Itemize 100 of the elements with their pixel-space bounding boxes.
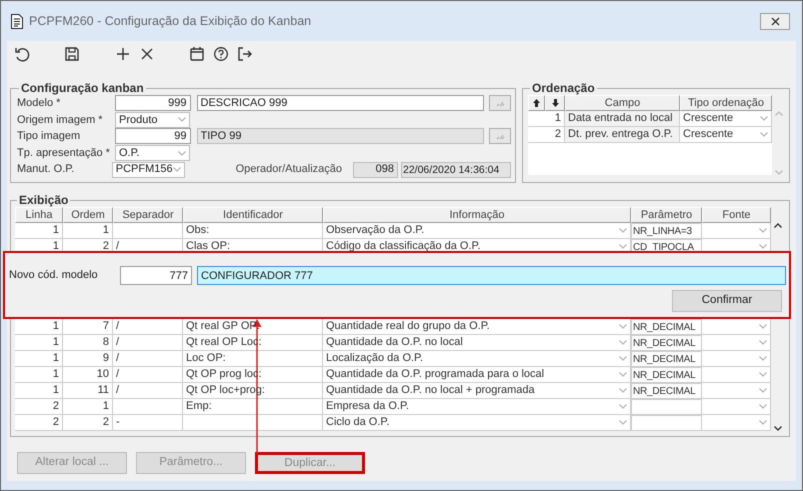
scroll-up-icon bbox=[774, 223, 782, 228]
column-header[interactable]: Linha bbox=[15, 207, 63, 223]
dropdown-cell[interactable]: Ciclo da O.P. bbox=[323, 415, 631, 431]
table-cell: 1 bbox=[15, 319, 63, 335]
table-cell: 1 bbox=[15, 367, 63, 383]
chevron-icon bbox=[759, 228, 767, 233]
dropdown-cell[interactable]: Crescente bbox=[680, 111, 772, 127]
chevron-icon bbox=[619, 372, 627, 377]
chevron-icon bbox=[760, 116, 768, 121]
column-header[interactable]: Separador bbox=[113, 207, 183, 223]
scrollbar[interactable] bbox=[772, 111, 785, 175]
table-cell bbox=[631, 399, 702, 415]
table-cell: 1 bbox=[15, 223, 63, 239]
dropdown-cell[interactable]: Crescente bbox=[680, 127, 772, 143]
description-field[interactable]: DESCRICAO 999 bbox=[196, 95, 484, 112]
timestamp-field[interactable]: 22/06/2020 14:36:04 bbox=[401, 162, 511, 178]
help-button[interactable] bbox=[213, 46, 229, 62]
field-label: Novo cód. modelo bbox=[9, 268, 99, 284]
select-field[interactable]: Produto bbox=[115, 112, 190, 128]
table-cell: NR_DECIMAL bbox=[631, 383, 702, 399]
plus-button[interactable] bbox=[115, 46, 131, 62]
close-button[interactable] bbox=[139, 46, 155, 62]
table-cell: 2 bbox=[15, 399, 63, 415]
chevron-icon bbox=[759, 356, 767, 361]
column-header[interactable]: Informação bbox=[323, 207, 631, 223]
table-cell: 8 bbox=[63, 335, 113, 351]
column-header[interactable]: Tipo ordenação bbox=[680, 95, 772, 111]
chevron-icon bbox=[760, 132, 768, 137]
close-button[interactable] bbox=[760, 12, 790, 30]
undo-button[interactable] bbox=[14, 46, 30, 62]
arrow-down-icon bbox=[552, 99, 558, 108]
table-cell: NR_DECIMAL bbox=[631, 351, 702, 367]
arrow-up-icon bbox=[533, 99, 540, 108]
dropdown-cell[interactable] bbox=[702, 223, 771, 239]
dropdown-cell[interactable] bbox=[702, 415, 771, 431]
ellipsis-icon bbox=[496, 100, 505, 107]
column-header[interactable]: Identificador bbox=[183, 207, 323, 223]
column-header[interactable]: Fonte bbox=[702, 207, 771, 223]
table-cell bbox=[113, 399, 183, 415]
dropdown-cell[interactable] bbox=[702, 399, 771, 415]
close-icon bbox=[770, 16, 780, 26]
chevron-icon bbox=[172, 167, 181, 172]
scroll-down-icon bbox=[774, 170, 782, 175]
table-cell: / bbox=[113, 319, 183, 335]
select-field[interactable]: O.P. bbox=[115, 145, 190, 162]
table-cell: / bbox=[113, 383, 183, 399]
dropdown-cell[interactable] bbox=[702, 351, 771, 367]
table-cell: - bbox=[113, 415, 183, 431]
dropdown-cell[interactable] bbox=[702, 335, 771, 351]
field-label: Manut. O.P. bbox=[17, 162, 76, 178]
save-button[interactable] bbox=[64, 46, 80, 62]
exit-button[interactable] bbox=[237, 46, 253, 62]
field-label: Tipo imagem bbox=[17, 129, 82, 144]
confirm-button[interactable]: Confirmar bbox=[672, 290, 782, 312]
table-cell: NR_LINHA=3 bbox=[631, 223, 702, 239]
column-header[interactable]: Campo bbox=[565, 95, 680, 111]
field-label: Operador/Atualização bbox=[236, 162, 342, 178]
table-cell: / bbox=[113, 351, 183, 367]
operator-field[interactable]: 098 bbox=[353, 162, 398, 178]
dropdown-cell[interactable]: Quantidade da O.P. no local bbox=[323, 335, 631, 351]
dropdown-cell[interactable] bbox=[702, 383, 771, 399]
field-label: Modelo * bbox=[17, 96, 62, 112]
table-cell bbox=[631, 415, 702, 431]
code-field[interactable]: 777 bbox=[120, 266, 192, 285]
field-label: Tp. apresentação * bbox=[17, 146, 111, 161]
name-field[interactable]: CONFIGURADOR 777 bbox=[197, 266, 786, 285]
table-cell: 1 bbox=[63, 399, 113, 415]
table-cell: 1 bbox=[15, 351, 63, 367]
chevron-icon bbox=[759, 404, 767, 409]
dropdown-cell[interactable] bbox=[702, 319, 771, 335]
column-header[interactable]: Ordem bbox=[63, 207, 113, 223]
dropdown-cell[interactable]: Empresa da O.P. bbox=[323, 399, 631, 415]
chevron-icon bbox=[619, 388, 627, 393]
column-header[interactable]: Parâmetro bbox=[631, 207, 702, 223]
table-cell: NR_DECIMAL bbox=[631, 335, 702, 351]
move-down-button[interactable] bbox=[545, 95, 565, 111]
move-up-button[interactable] bbox=[528, 95, 545, 111]
code-field[interactable]: 999 bbox=[114, 95, 191, 112]
scrollbar[interactable] bbox=[771, 223, 785, 431]
table-cell: Loc OP: bbox=[183, 351, 323, 367]
calendar-button[interactable] bbox=[189, 46, 205, 62]
dropdown-cell[interactable]: Quantidade da O.P. programada para o local bbox=[323, 367, 631, 383]
chevron-icon bbox=[619, 324, 627, 329]
chevron-icon bbox=[619, 404, 627, 409]
dropdown-cell[interactable]: Quantidade da O.P. no local + programada bbox=[323, 383, 631, 399]
chevron-icon bbox=[759, 340, 767, 345]
table-cell: NR_DECIMAL bbox=[631, 319, 702, 335]
ellipsis-icon bbox=[496, 132, 505, 140]
table-cell: Data entrada no local bbox=[565, 111, 680, 127]
group-title: Ordenação bbox=[531, 81, 596, 95]
chevron-icon bbox=[759, 420, 767, 425]
dropdown-cell[interactable]: Localização da O.P. bbox=[323, 351, 631, 367]
table-cell: 1 bbox=[63, 223, 113, 239]
dropdown-cell[interactable] bbox=[702, 367, 771, 383]
table-cell: 10 bbox=[63, 367, 113, 383]
dropdown-cell[interactable]: Observação da O.P. bbox=[323, 223, 631, 239]
table-cell: 9 bbox=[63, 351, 113, 367]
dropdown-cell[interactable]: Quantidade real do grupo da O.P. bbox=[323, 319, 631, 335]
select-field[interactable]: PCPFM156 bbox=[112, 162, 185, 178]
chevron-icon bbox=[178, 117, 186, 122]
